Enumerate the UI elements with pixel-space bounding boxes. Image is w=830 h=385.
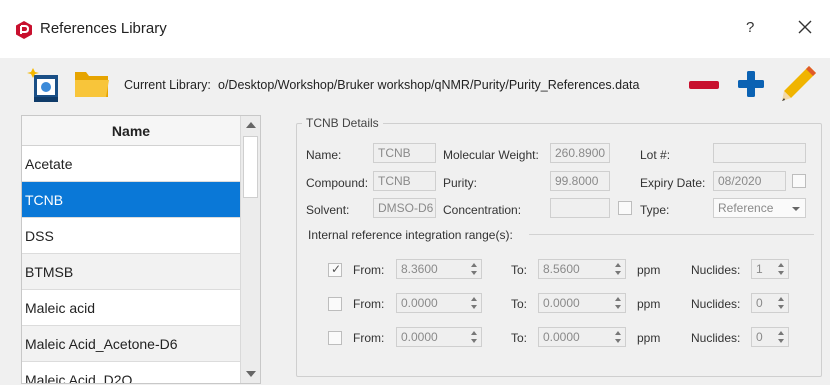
current-library-label: Current Library: [124, 78, 211, 92]
reference-list: Name Acetate TCNB DSS BTMSB Maleic acid … [21, 115, 261, 384]
remove-icon[interactable] [688, 78, 720, 92]
spin-arrows-icon[interactable] [611, 328, 625, 346]
range-1-to-value: 8.5600 [543, 262, 580, 276]
chevron-down-icon [792, 207, 800, 211]
compound-label: Compound: [306, 176, 369, 190]
range-1-to-label: To: [511, 263, 528, 277]
range-1-checkbox[interactable]: ✓ [328, 262, 342, 277]
solvent-field[interactable]: DMSO-D6 [373, 198, 436, 218]
range-section-title: Internal reference integration range(s): [308, 228, 513, 242]
compound-field[interactable]: TCNB [373, 171, 436, 191]
range-section-divider [529, 234, 814, 235]
range-3-nuclides-spinbox[interactable]: 0 [751, 327, 789, 347]
range-2-from-label: From: [353, 297, 385, 311]
range-3-from-value: 0.0000 [401, 330, 438, 344]
purity-field[interactable]: 99.8000 [550, 171, 610, 191]
spin-arrows-icon[interactable] [467, 294, 481, 312]
spin-arrows-icon[interactable] [611, 260, 625, 278]
range-3-to-spinbox[interactable]: 0.0000 [538, 327, 626, 347]
range-1-nuclides-label: Nuclides: [691, 263, 741, 277]
range-2-from-value: 0.0000 [401, 296, 438, 310]
lot-field[interactable] [713, 143, 806, 163]
range-3-nuclides-label: Nuclides: [691, 331, 741, 345]
spin-arrows-icon[interactable] [467, 328, 481, 346]
spin-arrows-icon[interactable] [467, 260, 481, 278]
scroll-up-icon[interactable] [241, 116, 261, 134]
range-2-to-spinbox[interactable]: 0.0000 [538, 293, 626, 313]
name-label: Name: [306, 148, 342, 162]
window-title: References Library [40, 20, 167, 37]
spin-arrows-icon[interactable] [774, 294, 788, 312]
title-bar: References Library ? [0, 0, 830, 58]
type-dropdown[interactable]: Reference [713, 198, 806, 218]
range-1-from-label: From: [353, 263, 385, 277]
range-1-to-spinbox[interactable]: 8.5600 [538, 259, 626, 279]
open-folder-icon[interactable] [73, 66, 111, 100]
purity-label: Purity: [443, 176, 478, 190]
list-item-selected[interactable]: TCNB [22, 182, 240, 218]
list-item[interactable]: BTMSB [22, 254, 240, 290]
spin-arrows-icon[interactable] [611, 294, 625, 312]
range-3-from-spinbox[interactable]: 0.0000 [396, 327, 482, 347]
range-3-nuclides-value: 0 [756, 330, 763, 344]
range-2-to-value: 0.0000 [543, 296, 580, 310]
concentration-field[interactable] [550, 198, 610, 218]
list-item[interactable]: Maleic Acid_Acetone-D6 [22, 326, 240, 362]
range-1-nuclides-value: 1 [756, 262, 763, 276]
new-library-icon[interactable] [27, 66, 67, 104]
type-dropdown-value: Reference [718, 201, 774, 215]
range-1-nuclides-spinbox[interactable]: 1 [751, 259, 789, 279]
add-icon[interactable] [737, 70, 765, 98]
range-3-checkbox[interactable] [328, 331, 342, 345]
range-1-from-value: 8.3600 [401, 262, 438, 276]
scroll-down-icon[interactable] [241, 365, 261, 383]
list-item[interactable]: Maleic Acid_D2O [22, 362, 240, 383]
molecular-weight-field[interactable]: 260.8900 [550, 143, 610, 163]
molecular-weight-label: Molecular Weight: [443, 148, 539, 162]
name-field[interactable]: TCNB [373, 143, 436, 163]
scroll-thumb[interactable] [243, 136, 258, 198]
list-scrollbar[interactable] [240, 116, 260, 383]
range-3-to-value: 0.0000 [543, 330, 580, 344]
range-2-checkbox[interactable] [328, 297, 342, 311]
edit-pencil-icon[interactable] [779, 63, 819, 103]
type-label: Type: [640, 203, 670, 217]
concentration-label: Concentration: [443, 203, 522, 217]
lot-label: Lot #: [640, 148, 671, 162]
help-button[interactable]: ? [746, 19, 754, 36]
range-1-from-spinbox[interactable]: 8.3600 [396, 259, 482, 279]
list-item[interactable]: Acetate [22, 146, 240, 182]
range-3-unit: ppm [637, 331, 661, 345]
range-2-nuclides-spinbox[interactable]: 0 [751, 293, 789, 313]
expiry-date-label: Expiry Date: [640, 176, 706, 190]
range-2-from-spinbox[interactable]: 0.0000 [396, 293, 482, 313]
spin-arrows-icon[interactable] [774, 260, 788, 278]
expiry-date-field[interactable]: 08/2020 [713, 171, 786, 191]
details-group-title: TCNB Details [302, 116, 383, 130]
concentration-checkbox[interactable] [618, 201, 632, 215]
range-2-nuclides-value: 0 [756, 296, 763, 310]
expiry-date-checkbox[interactable] [792, 174, 806, 188]
range-3-from-label: From: [353, 331, 385, 345]
list-header-name[interactable]: Name [22, 116, 240, 146]
list-item[interactable]: DSS [22, 218, 240, 254]
app-logo-icon [16, 21, 32, 39]
spin-arrows-icon[interactable] [774, 328, 788, 346]
list-item[interactable]: Maleic acid [22, 290, 240, 326]
close-icon[interactable] [796, 18, 814, 36]
range-3-to-label: To: [511, 331, 528, 345]
check-icon: ✓ [331, 262, 342, 276]
range-2-nuclides-label: Nuclides: [691, 297, 741, 311]
current-library-path: o/Desktop/Workshop/Bruker workshop/qNMR/… [218, 78, 640, 92]
range-2-to-label: To: [511, 297, 528, 311]
solvent-label: Solvent: [306, 203, 350, 217]
range-1-unit: ppm [637, 263, 661, 277]
range-2-unit: ppm [637, 297, 661, 311]
